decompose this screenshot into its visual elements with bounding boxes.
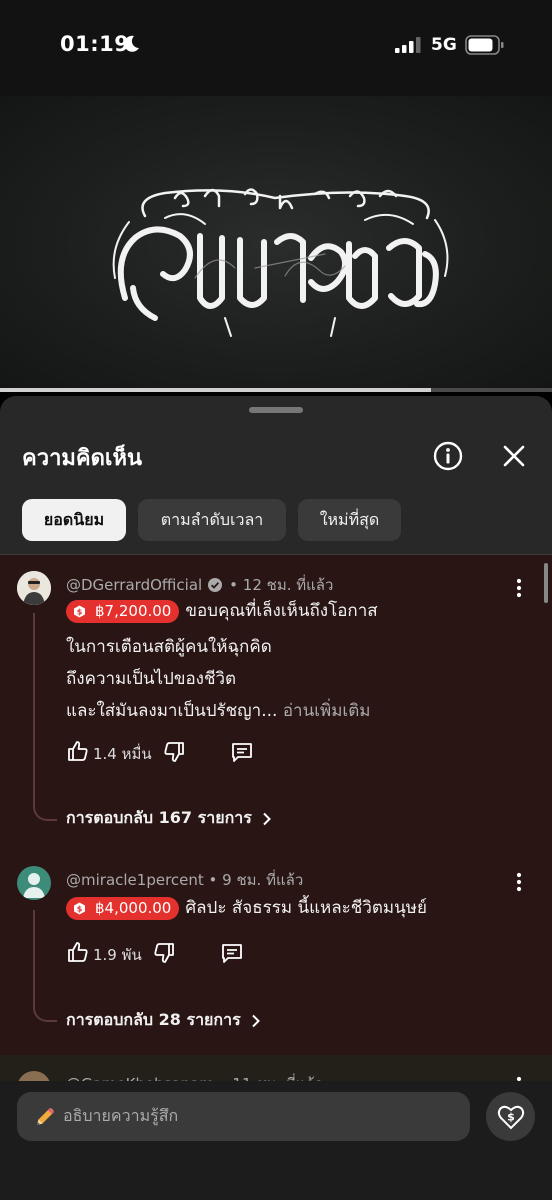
filter-chip-top[interactable]: ยอดนิยม <box>22 499 126 541</box>
signal-icon <box>395 37 421 53</box>
filter-chip-newest[interactable]: ใหม่ที่สุด <box>298 499 401 541</box>
replies-count: การตอบกลับ 28 รายการ <box>66 1010 241 1029</box>
thanks-coin-icon: $ <box>74 605 85 617</box>
comment-composer: อธิบายความรู้สึก $ <box>0 1081 552 1200</box>
network-label: 5G <box>431 35 457 55</box>
battery-icon <box>465 35 504 55</box>
comment-time: 12 ชม. ที่แล้ว <box>242 576 334 594</box>
video-artwork <box>112 188 449 337</box>
thanks-badge: $ ฿7,200.00 <box>66 599 180 623</box>
comment-text-line: ในการเตือนสติผู้คนให้ฉุกคิด <box>66 637 272 657</box>
avatar[interactable] <box>17 571 51 605</box>
avatar[interactable] <box>17 866 51 900</box>
comment-meta: @DGerrardOfficial • 12 ชม. ที่แล้ว <box>66 573 333 597</box>
moon-icon <box>124 35 139 52</box>
comment-actions: 1.4 หมื่น <box>66 739 296 765</box>
reply-icon[interactable] <box>220 941 244 965</box>
sheet-title: ความคิดเห็น <box>22 446 142 471</box>
video-player[interactable] <box>0 96 552 388</box>
like-icon[interactable] <box>66 940 90 964</box>
svg-text:$: $ <box>77 904 83 913</box>
chevron-right-icon <box>251 1014 260 1027</box>
comment-meta: @miracle1percent • 9 ชม. ที่แล้ว <box>66 868 303 892</box>
comment-author[interactable]: @DGerrardOfficial <box>66 576 202 594</box>
more-icon[interactable] <box>508 871 530 893</box>
comment-text-line: $ ฿4,000.00 ศิลปะ สัจธรรม นี้แหละชีวิตมน… <box>66 894 427 921</box>
like-icon[interactable] <box>66 739 90 763</box>
thread-line <box>33 910 57 1022</box>
comment-text-line: และใส่มันลงมาเป็นปรัชญา... อ่านเพิ่มเติม <box>66 697 370 724</box>
comments-list: @DGerrardOfficial • 12 ชม. ที่แล้ว $ ฿7,… <box>0 555 552 1055</box>
thanks-amount: ฿7,200.00 <box>95 602 172 620</box>
replies-count: การตอบกลับ 167 รายการ <box>66 808 252 827</box>
thanks-badge: $ ฿4,000.00 <box>66 896 180 920</box>
replies-link[interactable]: การตอบกลับ 28 รายการ <box>66 1008 263 1033</box>
chevron-right-icon <box>263 812 271 825</box>
drag-handle[interactable] <box>249 407 303 413</box>
dislike-icon[interactable] <box>152 941 176 965</box>
reply-icon[interactable] <box>230 740 254 764</box>
like-count: 1.4 หมื่น <box>93 745 152 763</box>
meta-separator: • <box>229 576 243 594</box>
comments-sheet: ความคิดเห็น ยอดนิยม ตามลำดับเวลา ใหม่ที่… <box>0 396 552 1200</box>
dislike-icon[interactable] <box>162 740 186 764</box>
video-progress-fill <box>0 388 431 392</box>
replies-link[interactable]: การตอบกลับ 167 รายการ <box>66 806 274 831</box>
comment-input[interactable]: อธิบายความรู้สึก <box>17 1092 470 1141</box>
like-count: 1.9 พัน <box>93 946 142 964</box>
meta-separator: • <box>203 871 223 889</box>
read-more-link[interactable]: อ่านเพิ่มเติม <box>283 701 371 721</box>
comment-input-placeholder: อธิบายความรู้สึก <box>63 1106 179 1125</box>
filter-chip-chronological[interactable]: ตามลำดับเวลา <box>138 499 286 541</box>
svg-text:$: $ <box>77 607 83 616</box>
more-icon[interactable] <box>508 577 530 599</box>
close-icon[interactable] <box>500 442 528 470</box>
info-icon[interactable] <box>432 440 464 472</box>
comment-actions: 1.9 พัน <box>66 940 296 966</box>
comment-text: ศิลปะ สัจธรรม นี้แหละชีวิตมนุษย์ <box>185 898 427 918</box>
comment-author[interactable]: @miracle1percent <box>66 871 204 889</box>
scrollbar[interactable] <box>544 563 548 603</box>
thanks-amount: ฿4,000.00 <box>95 899 172 917</box>
thread-line <box>33 613 57 821</box>
comment-text-line: $ ฿7,200.00 ขอบคุณที่เล็งเห็นถึงโอกาส <box>66 597 378 624</box>
video-progress-bar[interactable] <box>0 388 552 392</box>
super-thanks-icon: $ <box>497 1105 524 1129</box>
thanks-coin-icon: $ <box>74 902 85 914</box>
comment-text: ขอบคุณที่เล็งเห็นถึงโอกาส <box>185 601 378 621</box>
pencil-icon <box>37 1107 55 1125</box>
comment-time: 9 ชม. ที่แล้ว <box>222 871 304 889</box>
status-bar: 01:19 5G <box>0 0 552 96</box>
comment-text: และใส่มันลงมาเป็นปรัชญา... <box>66 701 278 721</box>
verified-icon <box>208 578 223 592</box>
super-thanks-button[interactable]: $ <box>486 1092 535 1141</box>
status-time: 01:19 <box>60 32 130 56</box>
comment-text-line: ถึงความเป็นไปของชีวิต <box>66 669 237 689</box>
svg-text:$: $ <box>507 1110 515 1123</box>
